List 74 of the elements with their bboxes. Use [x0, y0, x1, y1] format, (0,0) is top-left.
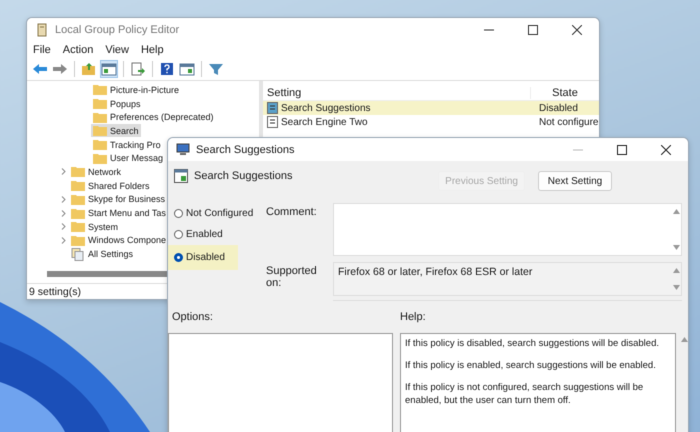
tree-item[interactable]: Network [69, 165, 124, 178]
help-paragraph: If this policy is not configured, search suggestions will be enabled, but the user can turn them off. [405, 381, 644, 407]
radio-option[interactable]: Disabled [168, 245, 238, 270]
help-paragraph: If this policy is enabled, search suggestions will be enabled. [405, 359, 657, 372]
folder-icon [93, 152, 107, 164]
comment-label: Comment: [266, 205, 318, 220]
folder-icon [71, 208, 85, 219]
setting-row[interactable]: Search Suggestions Disabled [263, 101, 599, 115]
tree-item[interactable]: Windows Compone [69, 234, 168, 247]
menu-item[interactable]: Help [140, 44, 164, 56]
dialog-title: Search Suggestions [196, 144, 296, 156]
minimize-icon [573, 148, 583, 150]
tree-item[interactable]: Preferences (Deprecated) [91, 110, 216, 124]
tree-item[interactable]: System [69, 220, 120, 234]
options-label: Options: [171, 311, 214, 325]
close-icon [572, 24, 582, 34]
menu-item[interactable]: View [105, 44, 129, 56]
setting-row[interactable]: Search Engine Two Not configure [263, 115, 599, 129]
expand-chevron-icon[interactable] [61, 168, 66, 176]
scroll-icon [35, 22, 49, 36]
folder-icon [71, 166, 85, 178]
window-title: Local Group Policy Editor [55, 24, 180, 36]
scroll-down-icon[interactable] [672, 245, 680, 250]
tree-item[interactable]: All Settings [69, 248, 136, 261]
tree-item[interactable]: Picture-in-Picture [91, 83, 182, 96]
policy-setting-icon [267, 102, 278, 114]
tree-item[interactable]: Search [91, 124, 141, 138]
computer-icon [176, 143, 190, 156]
radio-option[interactable]: Not Configured [168, 203, 258, 224]
scroll-up-icon[interactable] [672, 209, 680, 214]
tree-item[interactable]: Start Menu and Tas [69, 206, 168, 220]
status-text: 9 setting(s) [29, 286, 81, 298]
menu-item[interactable]: File [33, 44, 51, 56]
settings-pages-icon [71, 248, 85, 261]
comment-field[interactable] [333, 203, 682, 256]
scroll-down-icon[interactable] [672, 285, 680, 290]
policy-name: Search Suggestions [194, 170, 292, 182]
scroll-up-icon[interactable] [672, 268, 680, 273]
folder-icon [71, 180, 85, 192]
tree-item[interactable]: Tracking Pro [91, 138, 163, 152]
folder-up-icon[interactable] [80, 60, 98, 78]
expand-chevron-icon[interactable] [61, 223, 66, 230]
folder-icon [93, 84, 107, 96]
scroll-up-icon[interactable] [681, 337, 688, 342]
column-header[interactable]: Setting [263, 87, 530, 99]
folder-icon [71, 234, 85, 246]
export-icon[interactable] [129, 60, 147, 78]
tree-item[interactable]: Skype for Business [69, 192, 168, 206]
folder-icon [93, 98, 107, 110]
column-header[interactable]: State [530, 87, 599, 99]
maximize-icon [617, 144, 627, 154]
expand-chevron-icon[interactable] [61, 210, 66, 217]
tree-item[interactable]: Popups [91, 97, 143, 110]
folder-icon [71, 221, 85, 232]
folder-icon [71, 194, 85, 205]
tree-item[interactable]: Shared Folders [69, 179, 152, 192]
menu-item[interactable]: Action [62, 44, 94, 56]
tree-item[interactable]: User Messag [91, 152, 166, 165]
supported-value: Firefox 68 or later, Firefox 68 ESR or later [337, 265, 534, 280]
supported-label: Supported on: [266, 264, 318, 291]
help-label: Help: [400, 311, 427, 325]
help-icon[interactable] [158, 60, 176, 78]
maximize-icon [528, 24, 538, 34]
expand-chevron-icon[interactable] [61, 196, 66, 203]
nav-button[interactable]: Next Setting [538, 171, 612, 191]
folder-icon [93, 125, 107, 136]
policy-setting-icon [267, 116, 278, 128]
policy-setting-icon [174, 169, 188, 183]
expand-chevron-icon[interactable] [61, 236, 66, 244]
tree-pane-icon[interactable] [100, 60, 118, 78]
help-paragraph: If this policy is disabled, search suggestions will be disabled. [405, 337, 660, 350]
close-icon [661, 144, 671, 154]
radio-option[interactable]: Enabled [168, 224, 227, 245]
minimize-icon [484, 28, 494, 30]
